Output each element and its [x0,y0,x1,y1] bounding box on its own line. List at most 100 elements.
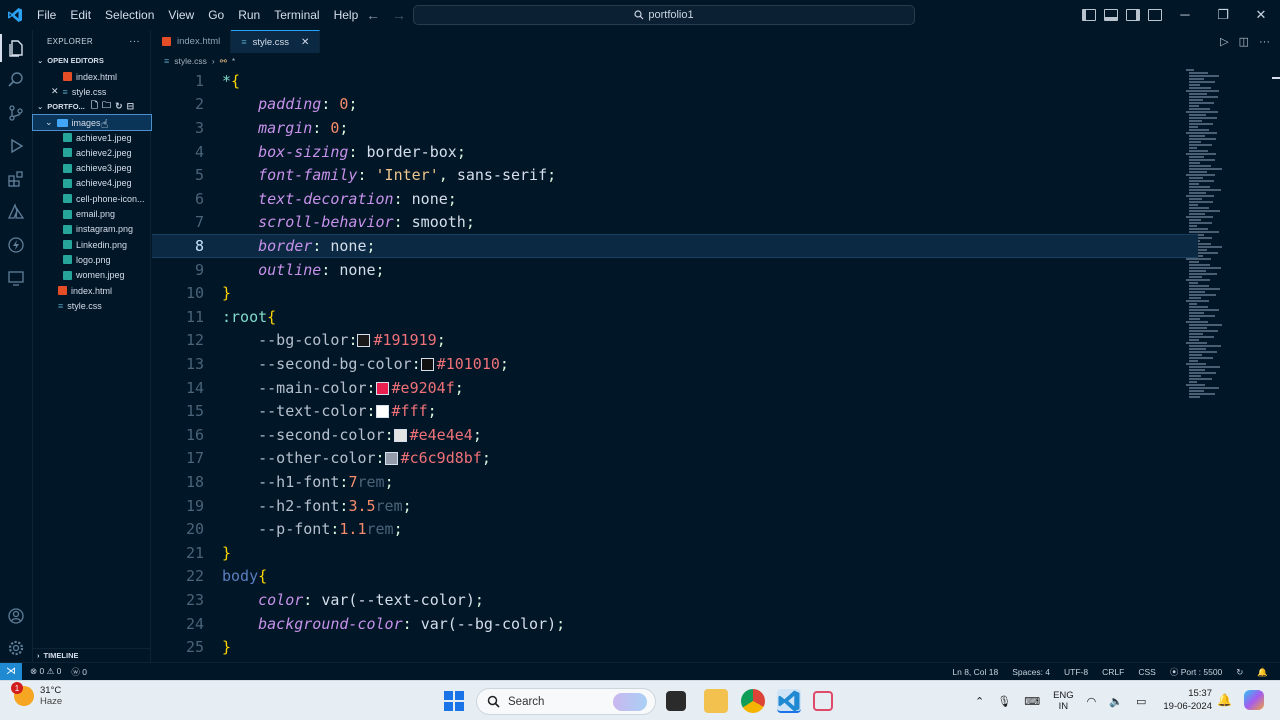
color-swatch[interactable] [375,381,389,395]
file-item[interactable]: achieve3.jpeg [63,161,151,176]
color-swatch[interactable] [393,428,407,442]
file-item[interactable]: instagram.png [63,222,151,237]
live-server-icon[interactable] [6,235,26,255]
account-icon[interactable] [6,606,26,626]
maximize-icon[interactable]: ❐ [1204,0,1242,30]
taskbar-search[interactable]: Search [476,688,656,715]
close-icon[interactable]: ✕ [51,86,59,97]
code-line[interactable]: 14 --main-color: #e9204f; [152,376,1198,400]
more-actions-icon[interactable]: ··· [1259,36,1270,48]
minimize-icon[interactable]: ─ [1166,0,1204,30]
folder-images[interactable]: ⌄ images ☝ [32,114,152,131]
copilot-icon[interactable] [1244,690,1264,710]
microphone-icon[interactable]: 🎙 [997,695,1011,708]
customize-layout-icon[interactable] [1148,9,1162,21]
code-line[interactable]: 9 outline: none; [152,258,1198,282]
show-hidden-icons-icon[interactable]: ⌃ [975,695,984,708]
code-line[interactable]: 13 --second-bg-color: #101010; [152,352,1198,376]
close-window-icon[interactable]: ✕ [1242,0,1280,30]
azure-icon[interactable] [6,202,26,222]
language-indicator[interactable]: ENG IN [1053,690,1074,712]
ports-indicator[interactable]: ⓦ 0 [71,666,87,678]
code-line[interactable]: 16 --second-color: #e4e4e4; [152,423,1198,447]
color-swatch[interactable] [420,357,434,371]
remote-indicator-icon[interactable]: ⋊ [0,662,22,681]
refresh-icon[interactable]: ↻ [115,101,123,112]
run-and-debug-icon[interactable] [6,136,26,156]
source-control-icon[interactable] [6,103,26,123]
code-line[interactable]: 12 --bg-color: #191919; [152,329,1198,353]
notifications-bell-icon[interactable]: 🔔 [1257,667,1268,678]
file-item[interactable]: Linkedin.png [63,237,151,252]
run-icon[interactable]: ▷ [1220,35,1228,48]
code-line[interactable]: 20 --p-font:1.1rem; [152,517,1198,541]
menu-edit[interactable]: Edit [63,0,98,30]
sync-icon[interactable]: ↻ [1236,667,1243,678]
close-tab-icon[interactable]: ✕ [301,37,309,48]
search-icon[interactable] [6,70,26,90]
language-mode[interactable]: CSS [1138,667,1155,677]
open-editor-style-css[interactable]: ✕ ≡ style.css [51,84,106,99]
back-arrow-icon[interactable]: ← [366,7,380,23]
breadcrumb-symbol[interactable]: * [232,56,235,66]
project-folder-section[interactable]: ⌄ PORTFO... 🗋 🗀 ↻ ⊟ [33,98,151,114]
toggle-secondary-sidebar-icon[interactable] [1126,9,1140,21]
file-index-html[interactable]: index.html [58,283,112,298]
code-line[interactable]: 18 --h1-font:7rem; [152,470,1198,494]
problems-indicator[interactable]: ⊗ 0 ⚠ 0 [30,666,61,678]
toggle-panel-icon[interactable] [1104,9,1118,21]
clock[interactable]: 15:37 19-06-2024 [1160,687,1212,713]
code-line[interactable]: 17 --other-color: #c6c9d8bf; [152,447,1198,471]
cursor-position[interactable]: Ln 8, Col 18 [952,667,998,677]
encoding[interactable]: UTF-8 [1064,667,1088,677]
tab-style-css[interactable]: ≡ style.css ✕ [231,30,321,53]
more-actions-icon[interactable]: ··· [129,36,140,47]
file-style-css[interactable]: ≡ style.css [58,298,102,313]
timeline-section[interactable]: › TIMELINE [33,648,151,662]
code-line[interactable]: 8 border: none; [152,234,1198,258]
explorer-files-icon[interactable] [0,34,26,62]
color-swatch[interactable] [357,334,371,348]
battery-icon[interactable]: ▭ [1136,695,1146,708]
command-center-search[interactable]: portfolio1 [413,5,915,25]
color-swatch[interactable] [384,452,398,466]
task-view-icon[interactable] [666,691,686,711]
collapse-all-icon[interactable]: ⊟ [127,101,135,112]
chrome-icon[interactable] [741,689,765,713]
file-explorer-icon[interactable] [704,689,728,713]
code-editor[interactable]: 1 *{2 padding: 0; 3 margin: 0; 4 box-sizing… [152,69,1280,662]
code-line[interactable]: 11:root{ [152,305,1198,329]
wifi-icon[interactable]: ◠ [1087,695,1097,708]
live-server-port[interactable]: ⦿ Port : 5500 [1170,666,1222,678]
settings-gear-icon[interactable] [6,638,26,658]
file-item[interactable]: achieve2.jpeg [63,145,151,160]
code-line[interactable]: 25} [152,635,1198,659]
open-editor-index-html[interactable]: index.html [63,69,117,84]
scrollbar[interactable] [1272,77,1280,79]
new-folder-icon[interactable]: 🗀 [102,98,111,114]
menu-go[interactable]: Go [201,0,231,30]
code-line[interactable]: 2 padding: 0; [152,93,1198,117]
remote-explorer-icon[interactable] [6,268,26,288]
weather-widget[interactable]: 1 31°C Haze [11,682,62,707]
toggle-primary-sidebar-icon[interactable] [1082,9,1096,21]
code-line[interactable]: 15 --text-color: #fff; [152,399,1198,423]
file-item[interactable]: achieve1.jpeg [63,130,151,145]
code-line[interactable]: 19 --h2-font:3.5rem; [152,494,1198,518]
split-editor-icon[interactable]: ◫ [1239,35,1249,48]
volume-icon[interactable]: 🔈 [1109,695,1123,708]
file-item[interactable]: cell-phone-icon... [63,191,151,206]
code-line[interactable]: 7 scroll-behavior: smooth; [152,211,1198,235]
code-line[interactable]: 22 body{ [152,565,1198,589]
code-line[interactable]: 10} [152,281,1198,305]
vscode-taskbar-icon[interactable] [777,689,801,713]
snipping-tool-icon[interactable] [813,691,833,711]
file-item[interactable]: logo.png [63,252,151,267]
code-line[interactable]: 23 color: var(--text-color); [152,588,1198,612]
file-item[interactable]: email.png [63,207,151,222]
code-line[interactable]: 4 box-sizing: border-box; [152,140,1198,164]
code-line[interactable]: 24 background-color: var(--bg-color); [152,612,1198,636]
code-line[interactable]: 5 font-family: 'Inter', sans-serif; [152,163,1198,187]
menu-selection[interactable]: Selection [98,0,161,30]
code-line[interactable]: 6 text-decoration: none; [152,187,1198,211]
